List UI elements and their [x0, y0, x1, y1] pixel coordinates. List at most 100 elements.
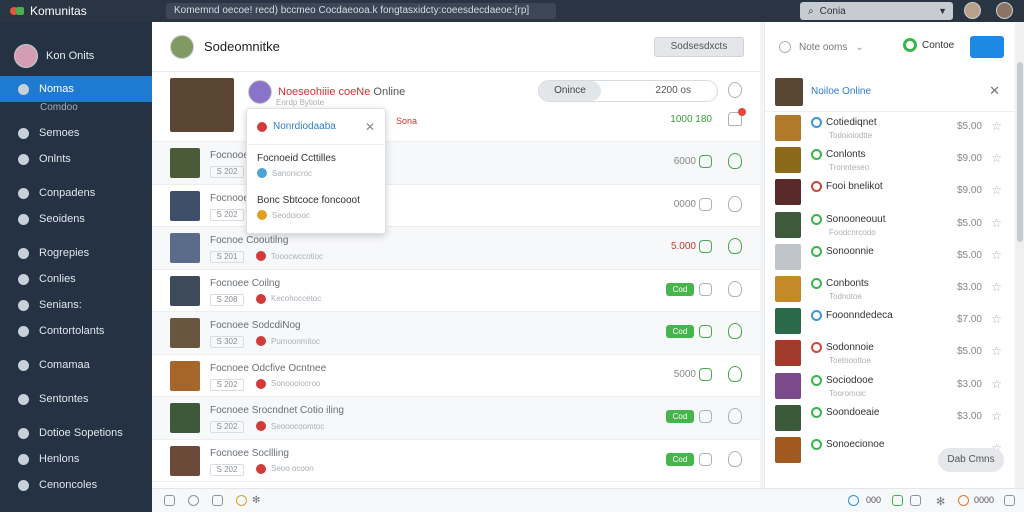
- star-icon[interactable]: ☆: [991, 151, 1002, 165]
- download-icon[interactable]: [728, 408, 742, 424]
- sidebar-item[interactable]: Conpadens: [0, 180, 152, 206]
- sidebar-item[interactable]: Cenoncoles: [0, 472, 152, 498]
- item-price: $7.00: [956, 314, 982, 326]
- download-icon[interactable]: [728, 280, 742, 297]
- sidebar-item[interactable]: Sentontes: [0, 386, 152, 412]
- image-icon[interactable]: [910, 495, 921, 506]
- sidebar-item[interactable]: Dotioe Sopetions: [0, 420, 152, 446]
- list-item[interactable]: Fooonndedeca $7.00 ☆: [765, 305, 1014, 337]
- download-icon[interactable]: [728, 365, 742, 382]
- download-icon[interactable]: [728, 195, 742, 212]
- list-item[interactable]: Sonooneouut Foodcnrcodo $5.00 ☆: [765, 209, 1014, 241]
- chat-icon[interactable]: [699, 282, 712, 296]
- chat-icon[interactable]: [699, 452, 712, 466]
- list-item[interactable]: Cotiediqnet Todoioiodtte $5.00 ☆: [765, 112, 1014, 144]
- chat-icon[interactable]: [699, 155, 712, 168]
- sidebar-item[interactable]: Senians:: [0, 292, 152, 318]
- shield-icon[interactable]: [212, 495, 223, 506]
- table-row[interactable]: Focnoee Srocndnet Cotio iling S 202 Seoooc…: [152, 397, 760, 440]
- grid-icon[interactable]: [1004, 495, 1015, 506]
- list-item[interactable]: Conbonts Todnotoe $3.00 ☆: [765, 273, 1014, 305]
- star-icon[interactable]: ☆: [991, 119, 1002, 133]
- popup-item[interactable]: Bonc Sbtcoce foncooot Seodoiooc: [247, 187, 385, 229]
- bottom-bar: ✻ 000 ✻ 0000: [152, 488, 1024, 512]
- star-icon[interactable]: ☆: [991, 248, 1002, 262]
- star-icon[interactable]: ☆: [991, 280, 1002, 294]
- close-icon[interactable]: ✕: [989, 83, 1000, 99]
- account-avatar[interactable]: [996, 2, 1013, 19]
- sidebar-item[interactable]: Rogrepies: [0, 240, 152, 266]
- sidebar-item[interactable]: Conlies: [0, 266, 152, 292]
- download-icon[interactable]: [728, 238, 742, 254]
- coin-icon[interactable]: [958, 495, 969, 506]
- item-name: Conbonts: [811, 277, 869, 289]
- right-search-label[interactable]: Note ooms: [799, 42, 847, 53]
- right-dropdown[interactable]: Contoe: [903, 38, 954, 52]
- star-icon[interactable]: ☆: [991, 183, 1002, 197]
- chart-icon[interactable]: [892, 495, 903, 506]
- pen-icon[interactable]: [188, 495, 199, 506]
- list-item[interactable]: Soondoeaie $3.00 ☆: [765, 402, 1014, 434]
- download-icon[interactable]: [728, 153, 742, 169]
- sidebar-item[interactable]: Semoes: [0, 120, 152, 146]
- sidebar-item[interactable]: Contortolants: [0, 318, 152, 344]
- game-thumbnail: [170, 403, 200, 433]
- chat-icon[interactable]: [699, 367, 712, 381]
- download-icon[interactable]: [728, 450, 742, 467]
- clock-icon[interactable]: [728, 82, 742, 98]
- status-dot-icon: [256, 251, 266, 261]
- top-search[interactable]: ⌕ Conia ▼: [800, 2, 953, 20]
- table-row[interactable]: Focnoee SodcdiNog S 302 Pumoonmitoc Cod: [152, 312, 760, 355]
- table-row[interactable]: Focnoee Odcfive Ocntnee S 202 Sonoooiocroo…: [152, 355, 760, 397]
- sidebar-item[interactable]: Seoidens: [0, 206, 152, 232]
- list-item[interactable]: Conlonts Tronnteseo $9.00 ☆: [765, 144, 1014, 176]
- filter-icon[interactable]: [779, 41, 791, 53]
- list-item[interactable]: Sociodooe Tooromoic $3.00 ☆: [765, 370, 1014, 402]
- star-icon[interactable]: ☆: [991, 409, 1002, 423]
- gear-icon[interactable]: ✻: [936, 495, 947, 508]
- scrollbar-thumb[interactable]: [1017, 62, 1023, 242]
- list-item[interactable]: Sonoonnie $5.00 ☆: [765, 241, 1014, 273]
- settings-icon[interactable]: ✻: [252, 495, 263, 506]
- sidebar-item[interactable]: Nomas: [0, 76, 158, 102]
- status-left[interactable]: Onince: [539, 81, 601, 101]
- status-badge: Cod: [666, 410, 694, 423]
- row-title: Focnoee Odcfive Ocntnee: [210, 362, 327, 374]
- sidebar-item[interactable]: Comamaa: [0, 352, 152, 378]
- chat-icon[interactable]: [699, 325, 712, 338]
- star-icon[interactable]: ☆: [991, 377, 1002, 391]
- list-item[interactable]: Sodonnoie Toetnoottoe $5.00 ☆: [765, 337, 1014, 369]
- popup-item[interactable]: Focnoeid Ccttilles Sanonicroc: [247, 145, 385, 187]
- bottom-button[interactable]: Dab Cmns: [938, 448, 1004, 472]
- action-button[interactable]: Sodsesdxcts: [654, 37, 744, 57]
- table-row[interactable]: Focnoe Cooutilng S 201 Tooocwccotioc 5.000: [152, 227, 760, 270]
- table-row[interactable]: Focnoee Coilng S 208 Kecohoccetoc Cod: [152, 270, 760, 312]
- brand[interactable]: Komunitas: [0, 4, 152, 18]
- list-item[interactable]: Fooi bnelikot $9.00 ☆: [765, 176, 1014, 208]
- sidebar-item[interactable]: Onlnts: [0, 146, 152, 172]
- status-toggle[interactable]: Onince 2200 os: [538, 80, 718, 102]
- table-row[interactable]: Focnooe ConlisS 202Sesbiconcooch6000: [152, 142, 760, 185]
- star-icon[interactable]: ☆: [991, 344, 1002, 358]
- star-icon[interactable]: ☆: [991, 312, 1002, 326]
- chat-icon[interactable]: [699, 240, 712, 253]
- add-button[interactable]: [970, 36, 1004, 58]
- table-row[interactable]: Focnoee Socllling S 202 Seoo ocoon Cod: [152, 440, 760, 482]
- scrollbar[interactable]: [1016, 22, 1024, 488]
- grid-icon[interactable]: [164, 495, 175, 506]
- sidebar-user[interactable]: Kon Onits: [0, 22, 152, 76]
- chat-icon[interactable]: [699, 410, 712, 423]
- chat-icon[interactable]: [699, 197, 712, 211]
- sidebar-item[interactable]: Henlons: [0, 446, 152, 472]
- chevron-down-icon[interactable]: ⌄: [855, 42, 863, 53]
- download-icon[interactable]: [728, 323, 742, 339]
- close-icon[interactable]: ✕: [365, 120, 375, 134]
- address-bar[interactable]: Komemnd oecoe! recd) bccmeo Cocdaeooa.k …: [166, 3, 556, 19]
- online-row[interactable]: Noeseohiiie coeNe Online Enrdp Bytiote O…: [152, 72, 760, 142]
- user-avatar[interactable]: [964, 2, 981, 19]
- star-icon[interactable]: ☆: [991, 216, 1002, 230]
- emoji-icon[interactable]: [236, 495, 247, 506]
- sidebar-subitem[interactable]: Comdoo: [0, 102, 152, 120]
- table-row[interactable]: Focnooe DotblesS 202Socnioocct0000: [152, 185, 760, 227]
- info-icon[interactable]: [848, 495, 859, 506]
